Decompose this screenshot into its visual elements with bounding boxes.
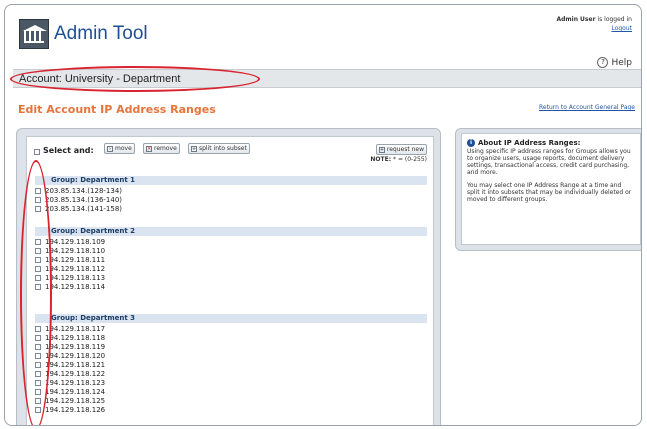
ip-range: 194.129.118.120 (45, 352, 106, 360)
ip-row: 194.129.118.117 (35, 325, 427, 333)
help-icon: ? (597, 57, 609, 68)
remove-icon: × (146, 145, 152, 152)
ip-row: 194.129.118.125 (35, 397, 427, 405)
info-icon: i (467, 139, 475, 147)
ip-range: 194.129.118.114 (45, 283, 106, 291)
ip-row: 194.129.118.118 (35, 334, 427, 342)
group-header: Group: Department 2 (35, 227, 427, 236)
help-label: Help (611, 57, 632, 68)
ip-row: 203.85.134.(136-140) (35, 196, 427, 204)
split-button[interactable]: ÷ split into subset (188, 143, 250, 154)
group-header: Group: Department 1 (35, 176, 427, 185)
logged-in-text: is logged in (595, 16, 632, 23)
ip-range: 194.129.118.117 (45, 325, 106, 333)
info-paragraph-2: You may select one IP Address Range at a… (467, 182, 632, 203)
request-label: request new (386, 146, 424, 153)
remove-button[interactable]: × remove (143, 143, 180, 154)
ip-row: 203.85.134.(141-158) (35, 205, 427, 213)
ip-row: 194.129.118.112 (35, 265, 427, 273)
ip-ranges-list: Select and: › move × remove ÷ split into… (26, 136, 434, 425)
ip-range: 194.129.118.121 (45, 361, 106, 369)
ip-row: 194.129.118.110 (35, 247, 427, 255)
ip-range: 194.129.118.109 (45, 238, 106, 246)
ip-range: 194.129.118.118 (45, 334, 106, 342)
ip-row: 194.129.118.111 (35, 256, 427, 264)
ip-range: 194.129.118.119 (45, 343, 106, 351)
toolbar: Select and: › move × remove ÷ split into… (34, 141, 427, 165)
ip-row: 194.129.118.123 (35, 379, 427, 387)
split-label: split into subset (199, 145, 247, 152)
request-icon: + (378, 146, 385, 153)
ip-range: 194.129.118.123 (45, 379, 106, 387)
help-link[interactable]: ? Help (597, 57, 632, 68)
ip-row: 194.129.118.122 (35, 370, 427, 378)
split-icon: ÷ (191, 145, 197, 152)
ip-row: 194.129.118.109 (35, 238, 427, 246)
ip-range: 203.85.134.(141-158) (45, 205, 123, 213)
ip-row: 203.85.134.(128-134) (35, 187, 427, 195)
ip-ranges-panel: Select and: › move × remove ÷ split into… (16, 128, 441, 425)
user-info: Admin User is logged in Logout (556, 16, 632, 32)
info-title: i About IP Address Ranges: (467, 139, 635, 147)
info-paragraph-1: Using specific IP address ranges for Gro… (467, 148, 631, 176)
ip-row: 194.129.118.120 (35, 352, 427, 360)
ip-range: 194.129.118.125 (45, 397, 106, 405)
ip-row: 194.129.118.114 (35, 283, 427, 291)
ip-range: 194.129.118.112 (45, 265, 106, 273)
ip-row: 194.129.118.113 (35, 274, 427, 282)
ip-row: 194.129.118.124 (35, 388, 427, 396)
note-label: NOTE: (370, 156, 392, 163)
annotation-oval-account (10, 66, 260, 92)
ip-range: 194.129.118.113 (45, 274, 106, 282)
info-panel-body: i About IP Address Ranges: Using specifi… (461, 133, 641, 245)
return-link[interactable]: Return to Account General Page (539, 104, 635, 111)
ip-range: 194.129.118.111 (45, 256, 106, 264)
move-icon: › (107, 145, 113, 152)
app-window: Admin Tool Admin User is logged in Logou… (4, 4, 642, 426)
ip-row: 194.129.118.126 (35, 406, 427, 414)
info-panel: i About IP Address Ranges: Using specifi… (455, 128, 641, 251)
building-logo-icon (19, 19, 49, 49)
ip-range: 194.129.118.122 (45, 370, 106, 378)
ip-range: 194.129.118.126 (45, 406, 106, 414)
page-title: Edit Account IP Address Ranges (18, 103, 216, 116)
ip-range: 203.85.134.(128-134) (45, 187, 123, 195)
ip-range: 203.85.134.(136-140) (45, 196, 123, 204)
ip-range: 194.129.118.124 (45, 388, 106, 396)
select-all-checkbox[interactable] (34, 149, 40, 155)
logout-link[interactable]: Logout (556, 25, 632, 32)
request-new-button[interactable]: + request new (375, 144, 427, 155)
move-button[interactable]: › move (104, 143, 135, 154)
ip-row: 194.129.118.121 (35, 361, 427, 369)
remove-label: remove (154, 145, 177, 152)
group-header: Group: Department 3 (35, 314, 427, 323)
note: NOTE: * = (0-255) (370, 156, 427, 163)
info-title-text: About IP Address Ranges: (478, 138, 581, 147)
ip-row: 194.129.118.119 (35, 343, 427, 351)
app-title: Admin Tool (54, 23, 148, 44)
user-name: Admin User (556, 16, 596, 23)
note-text: * = (0-255) (391, 156, 427, 163)
select-label: Select and: (43, 146, 94, 155)
move-label: move (115, 145, 132, 152)
annotation-oval-checkboxes (20, 160, 52, 425)
ip-range: 194.129.118.110 (45, 247, 106, 255)
